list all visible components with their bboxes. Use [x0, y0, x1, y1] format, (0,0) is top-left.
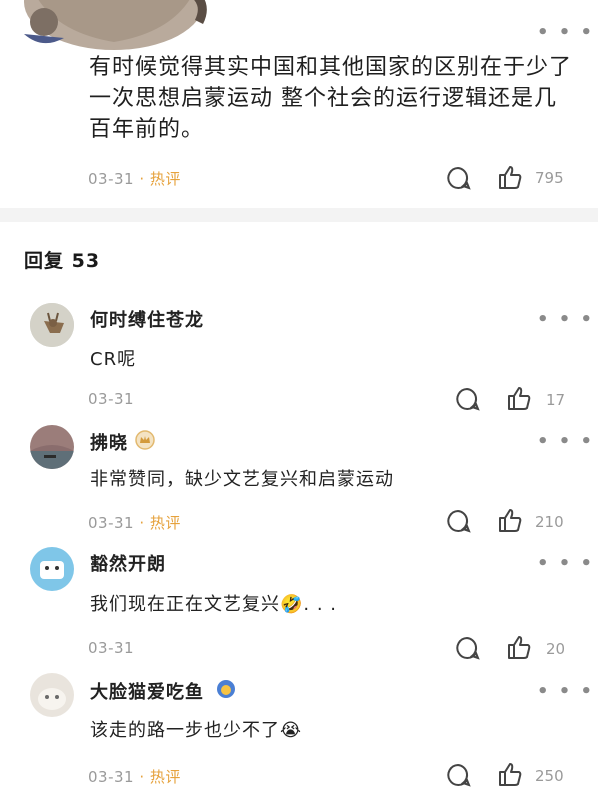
hot-comment-badge: · 热评 — [139, 768, 181, 786]
hot-comment-badge: · 热评 — [139, 514, 181, 532]
comment-more-icon[interactable]: • • • — [537, 311, 594, 329]
comment-text: 我们现在正在文艺复兴🤣. . . — [90, 594, 338, 615]
comment-date: 03-31 — [88, 768, 135, 786]
comment-icon[interactable] — [454, 386, 480, 416]
comment-text: 该走的路一步也少不了😭 — [90, 720, 303, 741]
crown-badge-icon — [135, 430, 155, 454]
post-meta: 03-31 · 热评 — [88, 168, 181, 189]
comment-more-icon[interactable]: • • • — [537, 555, 594, 573]
comment-username[interactable]: 何时缚住苍龙 — [90, 306, 204, 332]
comment-username[interactable]: 大脸猫爱吃鱼 — [90, 678, 204, 704]
section-divider — [0, 208, 598, 222]
comment-meta: 03-31 — [88, 390, 134, 408]
like-count: 20 — [546, 640, 566, 658]
like-count: 795 — [535, 169, 564, 187]
avatar[interactable] — [30, 303, 74, 347]
avatar[interactable] — [30, 425, 74, 469]
post-date: 03-31 — [88, 170, 135, 188]
comment-username[interactable]: 拂晓 — [90, 429, 128, 455]
comment-meta: 03-31 · 热评 — [88, 512, 181, 533]
like-icon[interactable] — [506, 634, 532, 664]
comment-date: 03-31 — [88, 514, 135, 532]
comment-text: CR呢 — [90, 349, 137, 370]
comment-icon[interactable] — [445, 165, 471, 195]
comment-meta: 03-31 · 热评 — [88, 766, 181, 787]
comment-username[interactable]: 豁然开朗 — [90, 550, 166, 576]
replies-header: 回复 53 — [24, 250, 101, 272]
comment-date: 03-31 — [88, 639, 135, 657]
like-icon[interactable] — [497, 164, 523, 194]
comment-meta: 03-31 — [88, 639, 134, 657]
comment-more-icon[interactable]: • • • — [537, 683, 594, 701]
comment-icon[interactable] — [454, 635, 480, 665]
avatar[interactable] — [30, 673, 74, 717]
like-count: 250 — [535, 767, 564, 785]
comment-text: 非常赞同，缺少文艺复兴和启蒙运动 — [90, 469, 394, 490]
comment-date: 03-31 — [88, 390, 135, 408]
post-more-icon[interactable]: • • • — [537, 24, 594, 42]
like-count: 210 — [535, 513, 564, 531]
comment-more-icon[interactable]: • • • — [537, 433, 594, 451]
avatar[interactable] — [30, 547, 74, 591]
hot-comment-badge: · 热评 — [139, 170, 181, 188]
like-icon[interactable] — [497, 507, 523, 537]
like-icon[interactable] — [506, 385, 532, 415]
comment-icon[interactable] — [445, 762, 471, 792]
comment-icon[interactable] — [445, 508, 471, 538]
like-icon[interactable] — [497, 761, 523, 791]
post-text: 有时候觉得其实中国和其他国家的区别在于少了一次思想启蒙运动 整个社会的运行逻辑还… — [89, 55, 573, 142]
like-count: 17 — [546, 391, 566, 409]
emoji-badge-icon — [216, 679, 236, 703]
